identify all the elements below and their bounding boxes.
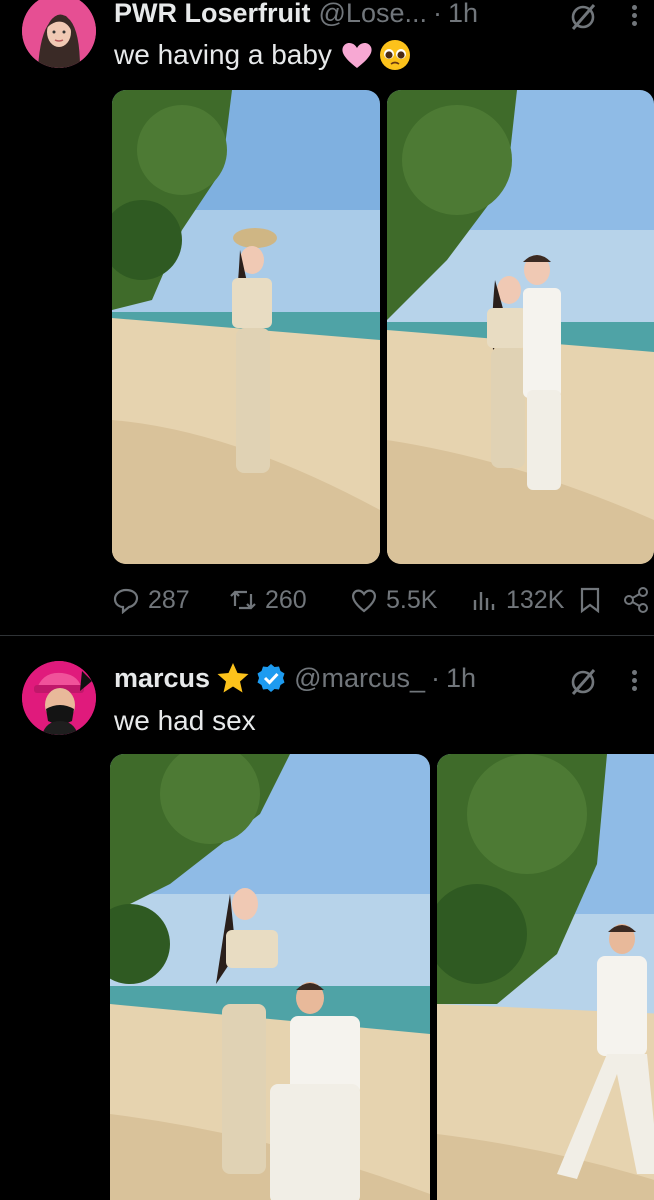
timestamp[interactable]: 1h [448, 0, 478, 29]
bookmark-icon [580, 587, 600, 614]
pleading-face-emoji [379, 40, 410, 70]
tweet-body: we had sex [114, 705, 256, 736]
star-emoji [217, 663, 249, 693]
post-image-2[interactable] [437, 754, 654, 1200]
grok-icon[interactable] [568, 667, 598, 697]
views-button[interactable]: 132K [470, 582, 564, 618]
more-icon[interactable] [630, 2, 638, 32]
repost-icon [230, 590, 256, 610]
post-image-2[interactable] [387, 90, 654, 564]
tweet-text: we having a baby [114, 38, 412, 72]
like-icon [352, 589, 376, 613]
view-count: 132K [506, 585, 565, 614]
bookmark-button[interactable] [576, 582, 604, 618]
tweet-text: we had sex [114, 705, 256, 737]
like-button[interactable]: 5.5K [350, 582, 437, 618]
share-icon [624, 587, 648, 613]
verified-badge-icon[interactable] [256, 663, 286, 693]
grok-icon[interactable] [568, 2, 598, 32]
separator-dot: · [431, 662, 441, 693]
reply-count: 287 [148, 585, 190, 614]
repost-count: 260 [265, 585, 307, 614]
separator-dot: · [432, 0, 442, 28]
user-handle[interactable]: @Lose... [319, 0, 427, 29]
reply-button[interactable]: 287 [112, 582, 190, 618]
repost-button[interactable]: 260 [229, 582, 307, 618]
pink-heart-emoji [342, 42, 372, 68]
display-name[interactable]: PWR Loserfruit [114, 0, 311, 29]
avatar[interactable] [22, 0, 96, 68]
avatar[interactable] [22, 661, 96, 735]
share-button[interactable] [622, 582, 650, 618]
tweet-marcus[interactable]: marcus @marcus_ · 1h we had sex [0, 637, 654, 1200]
post-image-1[interactable] [112, 90, 380, 564]
like-count: 5.5K [386, 585, 438, 614]
action-bar: 287 260 5.5K 132K [112, 582, 654, 618]
user-handle[interactable]: @marcus_ [294, 663, 425, 694]
display-name[interactable]: marcus [114, 663, 210, 694]
tweet-body: we having a baby [114, 39, 332, 70]
tweet-loserfruit[interactable]: PWR Loserfruit @Lose... · 1h we having a… [0, 0, 654, 636]
views-icon [473, 592, 495, 610]
timestamp[interactable]: 1h [446, 663, 476, 694]
post-image-1[interactable] [110, 754, 430, 1200]
more-icon[interactable] [630, 667, 638, 697]
reply-icon [113, 588, 139, 614]
